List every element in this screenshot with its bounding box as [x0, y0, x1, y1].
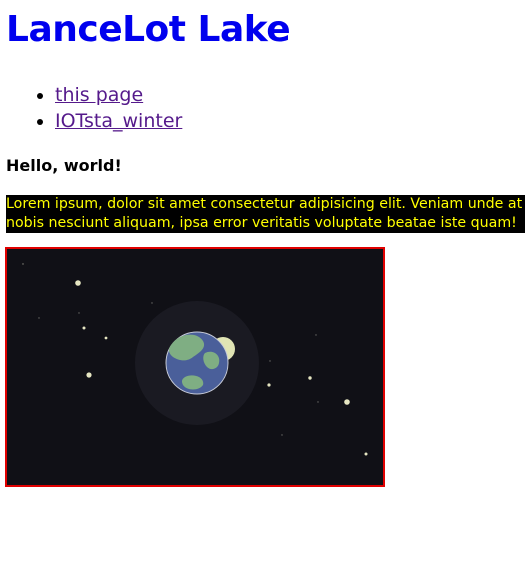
star [364, 452, 368, 456]
nav-link-iotsta-winter[interactable]: IOTsta_winter [55, 110, 182, 132]
star [151, 302, 153, 304]
star [104, 336, 108, 340]
lorem-line-2: nobis nesciunt aliquam, ipsa error verit… [6, 215, 517, 231]
star [315, 334, 317, 336]
planet [165, 331, 229, 395]
space-scene-svg [7, 249, 383, 485]
star [82, 326, 86, 330]
star [344, 399, 350, 405]
star [281, 434, 283, 436]
star [317, 401, 319, 403]
star [267, 383, 271, 387]
star [75, 280, 81, 286]
star [86, 372, 92, 378]
page-title: LanceLot Lake [6, 9, 291, 50]
greeting-heading: Hello, world! [6, 156, 122, 175]
star [38, 317, 40, 319]
star [308, 376, 312, 380]
star [269, 360, 271, 362]
list-item: IOTsta_winter [55, 108, 182, 134]
star [78, 312, 80, 314]
lorem-banner: Lorem ipsum, dolor sit amet consectetur … [6, 195, 525, 233]
star [22, 263, 24, 265]
list-item: this page [55, 82, 182, 108]
space-scene-canvas [5, 247, 385, 487]
lorem-line-1: Lorem ipsum, dolor sit amet consectetur … [6, 196, 523, 212]
nav-link-this-page[interactable]: this page [55, 84, 143, 106]
nav-list: this page IOTsta_winter [32, 82, 182, 134]
